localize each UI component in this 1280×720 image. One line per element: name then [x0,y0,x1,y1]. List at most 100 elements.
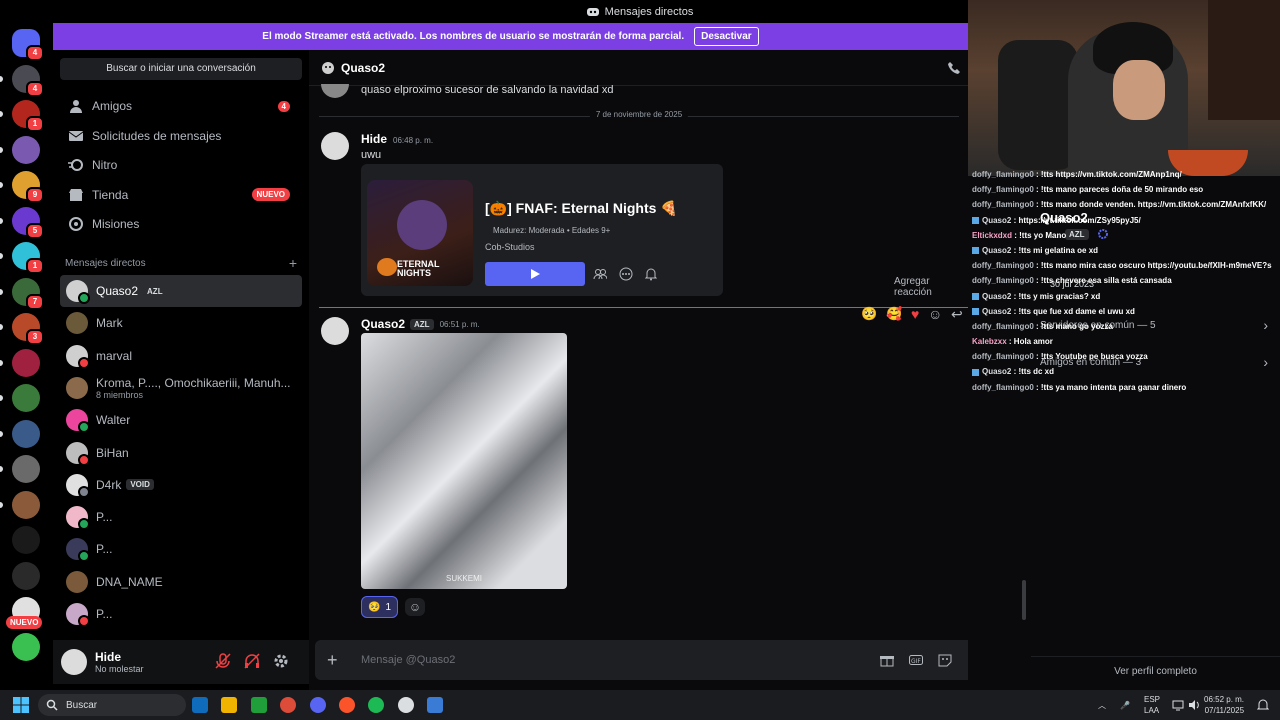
game-title[interactable]: [🎃] FNAF: Eternal Nights 🍕 [485,200,678,217]
reaction-pill[interactable]: 🥺 1 [361,596,399,618]
language-indicator[interactable]: ESP LAA [1144,694,1160,716]
xbox-icon[interactable] [250,697,267,713]
discord-home-icon[interactable]: 4 [12,29,44,61]
server-icon[interactable] [12,384,40,412]
server-icon[interactable]: 3 [12,313,44,345]
dm-name-row: Kroma, P...., Omochikaeriii, Manuh... [96,376,291,390]
video-attachment[interactable]: SUKKEMI [361,333,567,589]
steam-icon[interactable] [397,697,414,713]
message-composer[interactable]: + Mensaje @Quaso2 GIF [315,640,1024,680]
dm-item[interactable]: BiHan [60,437,302,469]
dm-item[interactable]: P... [60,533,302,565]
dm-item[interactable]: P... [60,501,302,533]
headphones-muted-icon[interactable] [243,652,261,670]
server-icon[interactable] [12,135,40,164]
avatar[interactable] [321,132,349,160]
server-icon[interactable] [12,348,40,377]
dm-item[interactable]: Walter [60,404,302,436]
emoji-heart-face-icon[interactable]: 🥰 [886,306,902,322]
search-conversation-button[interactable]: Buscar o iniciar una conversación [60,58,302,80]
network-icon[interactable] [1172,699,1184,711]
dm-item[interactable]: DNA_NAME [60,566,302,598]
outlook-icon[interactable] [192,697,208,713]
server-icon[interactable]: 7 [12,277,44,310]
nav-item-friends[interactable]: Amigos 4 [60,92,302,120]
stream-chat-text: Hola amor [1013,337,1053,347]
mic-icon[interactable]: 🎤 [1120,701,1130,710]
file-explorer-icon[interactable] [221,697,238,713]
unread-pill [0,111,3,117]
chevron-up-icon[interactable]: ︿ [1098,700,1106,711]
add-reaction-icon[interactable]: ☺ [928,306,942,322]
dm-item[interactable]: P... [60,598,302,630]
more-icon[interactable] [619,267,633,281]
stream-chat-line: doffy_flamingo0 : !tts ya mano intenta p… [972,383,1272,398]
emoji-pleading-icon[interactable]: 🥺 [861,306,877,322]
volume-icon[interactable] [1188,699,1200,711]
dm-item[interactable]: marval [60,340,302,372]
avatar [66,344,90,369]
avatar[interactable] [321,317,349,345]
phone-icon[interactable] [947,61,961,75]
dm-name: Walter [96,413,131,428]
server-icon[interactable]: 4 [12,64,44,97]
server-icon[interactable] [12,419,40,448]
dm-item[interactable]: D4rk VOID [60,469,302,501]
spotify-icon[interactable] [368,697,385,713]
avatar[interactable] [321,84,349,98]
discord-icon[interactable] [309,697,326,713]
avatar[interactable] [61,649,87,675]
plus-icon[interactable]: + [327,650,338,671]
taskbar-search[interactable]: Buscar [38,694,186,716]
server-icon[interactable]: 1 [12,100,44,132]
status-indicator [78,615,90,627]
chat-scrollbar[interactable] [1022,580,1026,620]
sticker-icon[interactable] [938,653,952,667]
bell-icon[interactable] [645,267,657,281]
create-dm-button[interactable]: + [289,256,297,270]
message-author[interactable]: Hide [361,132,387,146]
server-icon[interactable] [12,490,40,519]
add-reaction-button[interactable]: ☺ [405,598,425,616]
server-icon[interactable] [12,526,40,554]
dm-name: D4rk [96,477,122,492]
clock[interactable]: 06:52 p. m. 07/11/2025 [1204,694,1244,716]
message-author[interactable]: Quaso2 [361,317,405,331]
username: Hide [95,650,122,664]
chrome-icon[interactable] [280,697,297,713]
play-button[interactable] [485,262,585,286]
nav-item-shop[interactable]: Tienda NUEVO [60,181,302,209]
deactivate-streamer-button[interactable]: Desactivar [694,27,759,46]
stream-chat-text: https://vt.tiktok.com/ZSy95pyJ5/ [1018,215,1141,225]
message-input[interactable]: Mensaje @Quaso2 [361,654,455,666]
nav-item-quests[interactable]: Misiones [60,210,302,238]
notification-bell-icon[interactable] [1257,699,1269,711]
friends-icon[interactable] [593,268,607,280]
gif-icon[interactable]: GIF [909,653,923,667]
unread-badge: 4 [26,80,44,97]
heart-icon[interactable]: ♥ [911,306,919,322]
server-icon[interactable] [12,632,40,661]
dm-item[interactable]: Mark [60,307,302,339]
server-icon[interactable]: 5 [12,206,44,239]
reply-icon[interactable]: ↩ [951,306,963,323]
server-icon[interactable] [12,455,40,483]
view-full-profile-button[interactable]: Ver perfil completo [1031,656,1280,686]
server-icon[interactable]: 9 [12,171,44,203]
mic-muted-icon[interactable] [214,652,232,670]
server-icon[interactable]: 1 [12,242,44,274]
user-info[interactable]: Hide No molestar [95,650,144,674]
nav-item-mail[interactable]: Solicitudes de mensajes [60,122,302,150]
calculator-icon[interactable] [427,697,444,713]
nav-item-label: Misiones [92,217,140,231]
windows-start-icon[interactable] [13,697,29,713]
nav-item-nitro[interactable]: Nitro [60,151,302,179]
server-icon[interactable] [12,561,40,590]
gift-icon[interactable] [880,653,894,667]
stream-chat-text: !tts https://vm.tiktok.com/ZMAnp1nq/ [1040,170,1182,179]
brave-icon[interactable] [339,697,355,713]
dm-item[interactable]: Quaso2 AZL [60,275,302,307]
dm-item[interactable]: Kroma, P...., Omochikaeriii, Manuh... 8 m… [60,372,302,404]
gear-icon[interactable] [272,652,290,670]
taskbar: Buscar ︿ 🎤 ESP LAA 06:52 p. m. 07/11/202… [0,690,1280,720]
